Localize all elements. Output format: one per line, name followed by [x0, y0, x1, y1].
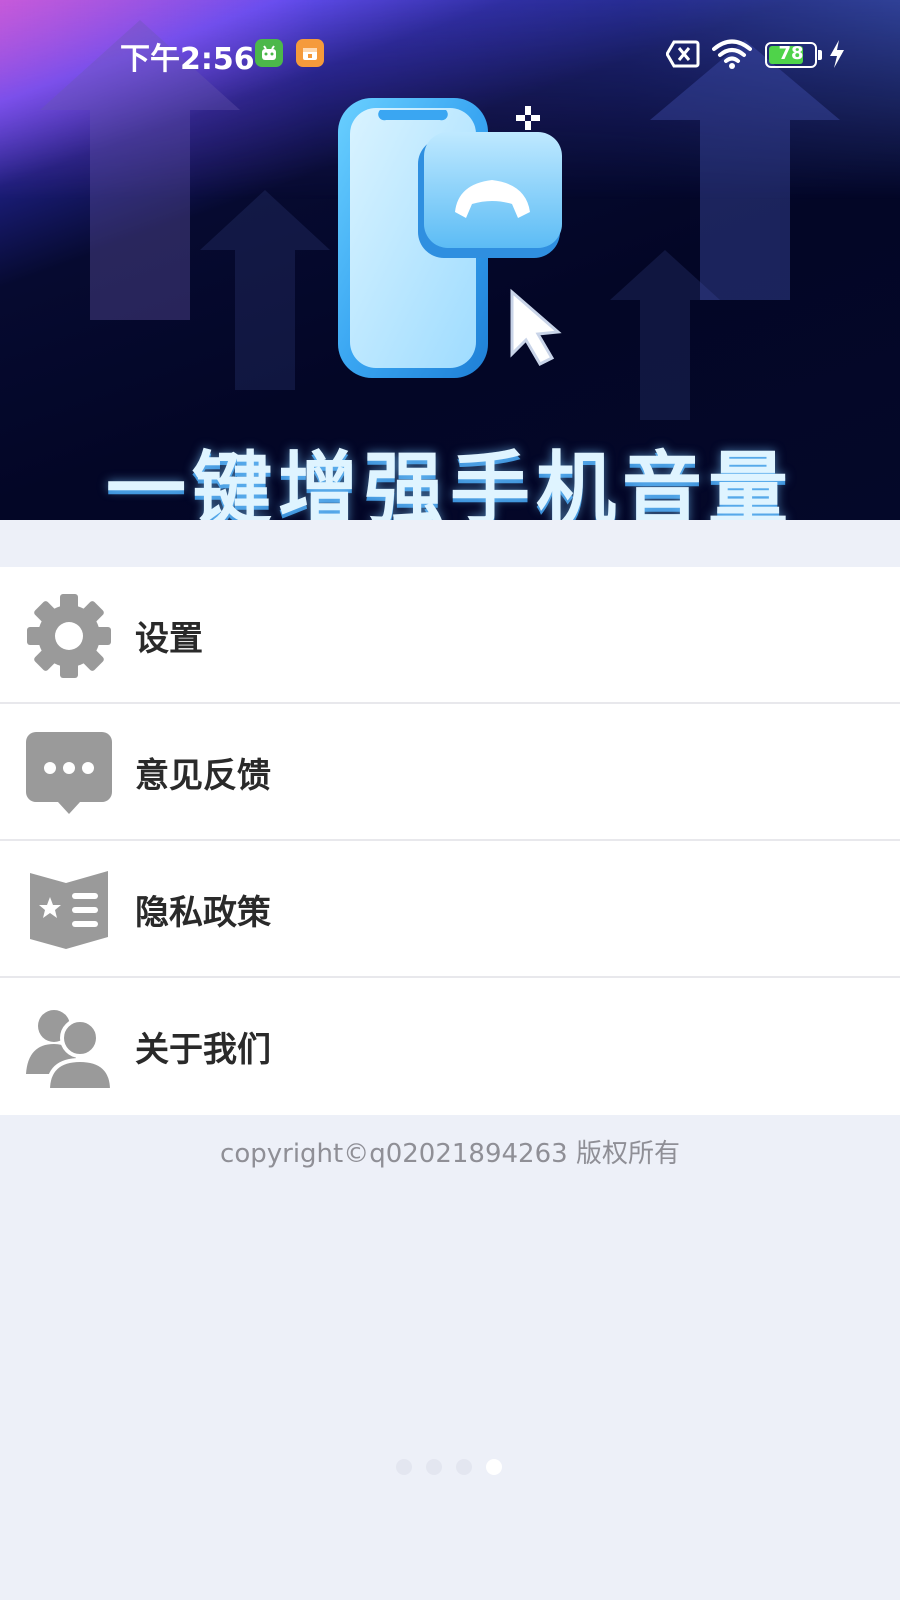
battery-icon: 78	[765, 42, 817, 68]
phone-call-cursor-illustration	[338, 98, 562, 378]
battery-level: 78	[778, 43, 804, 64]
menu-label-feedback: 意见反馈	[135, 756, 271, 796]
menu-item-about-us[interactable]: 关于我们	[0, 978, 900, 1115]
gear-icon	[27, 594, 111, 678]
users-icon	[26, 1010, 112, 1090]
policy-book-icon	[30, 871, 108, 949]
chat-bubble-icon	[26, 732, 112, 814]
page-dot-1[interactable]	[396, 1459, 412, 1475]
page-dot-3[interactable]	[456, 1459, 472, 1475]
wifi-icon	[712, 39, 752, 69]
charging-icon	[830, 40, 844, 68]
menu-label-settings: 设置	[135, 619, 203, 659]
status-bar: 下午2:56 78	[0, 30, 900, 78]
background-arrow-top-right	[650, 40, 840, 300]
battery-tip	[818, 50, 822, 60]
android-app-icon	[255, 39, 283, 67]
copyright-text: copyright©q02021894263 版权所有	[220, 1139, 680, 1169]
page-dot-2[interactable]	[426, 1459, 442, 1475]
menu-label-privacy-policy: 隐私政策	[135, 893, 271, 933]
menu-item-settings[interactable]: 设置	[0, 567, 900, 704]
menu-item-privacy-policy[interactable]: 隐私政策	[0, 841, 900, 978]
promo-banner[interactable]: 下午2:56 78 一键增强手机音量	[0, 0, 900, 520]
sim-error-icon	[666, 40, 700, 68]
page-dot-4[interactable]	[486, 1459, 502, 1475]
banner-title: 一键增强手机音量	[106, 443, 794, 520]
menu-item-feedback[interactable]: 意见反馈	[0, 704, 900, 841]
calendar-app-icon	[296, 39, 324, 67]
menu-list: 设置 意见反馈 隐私政策 关于我们	[0, 567, 900, 1115]
status-time: 下午2:56	[120, 42, 255, 77]
menu-label-about-us: 关于我们	[135, 1030, 271, 1070]
